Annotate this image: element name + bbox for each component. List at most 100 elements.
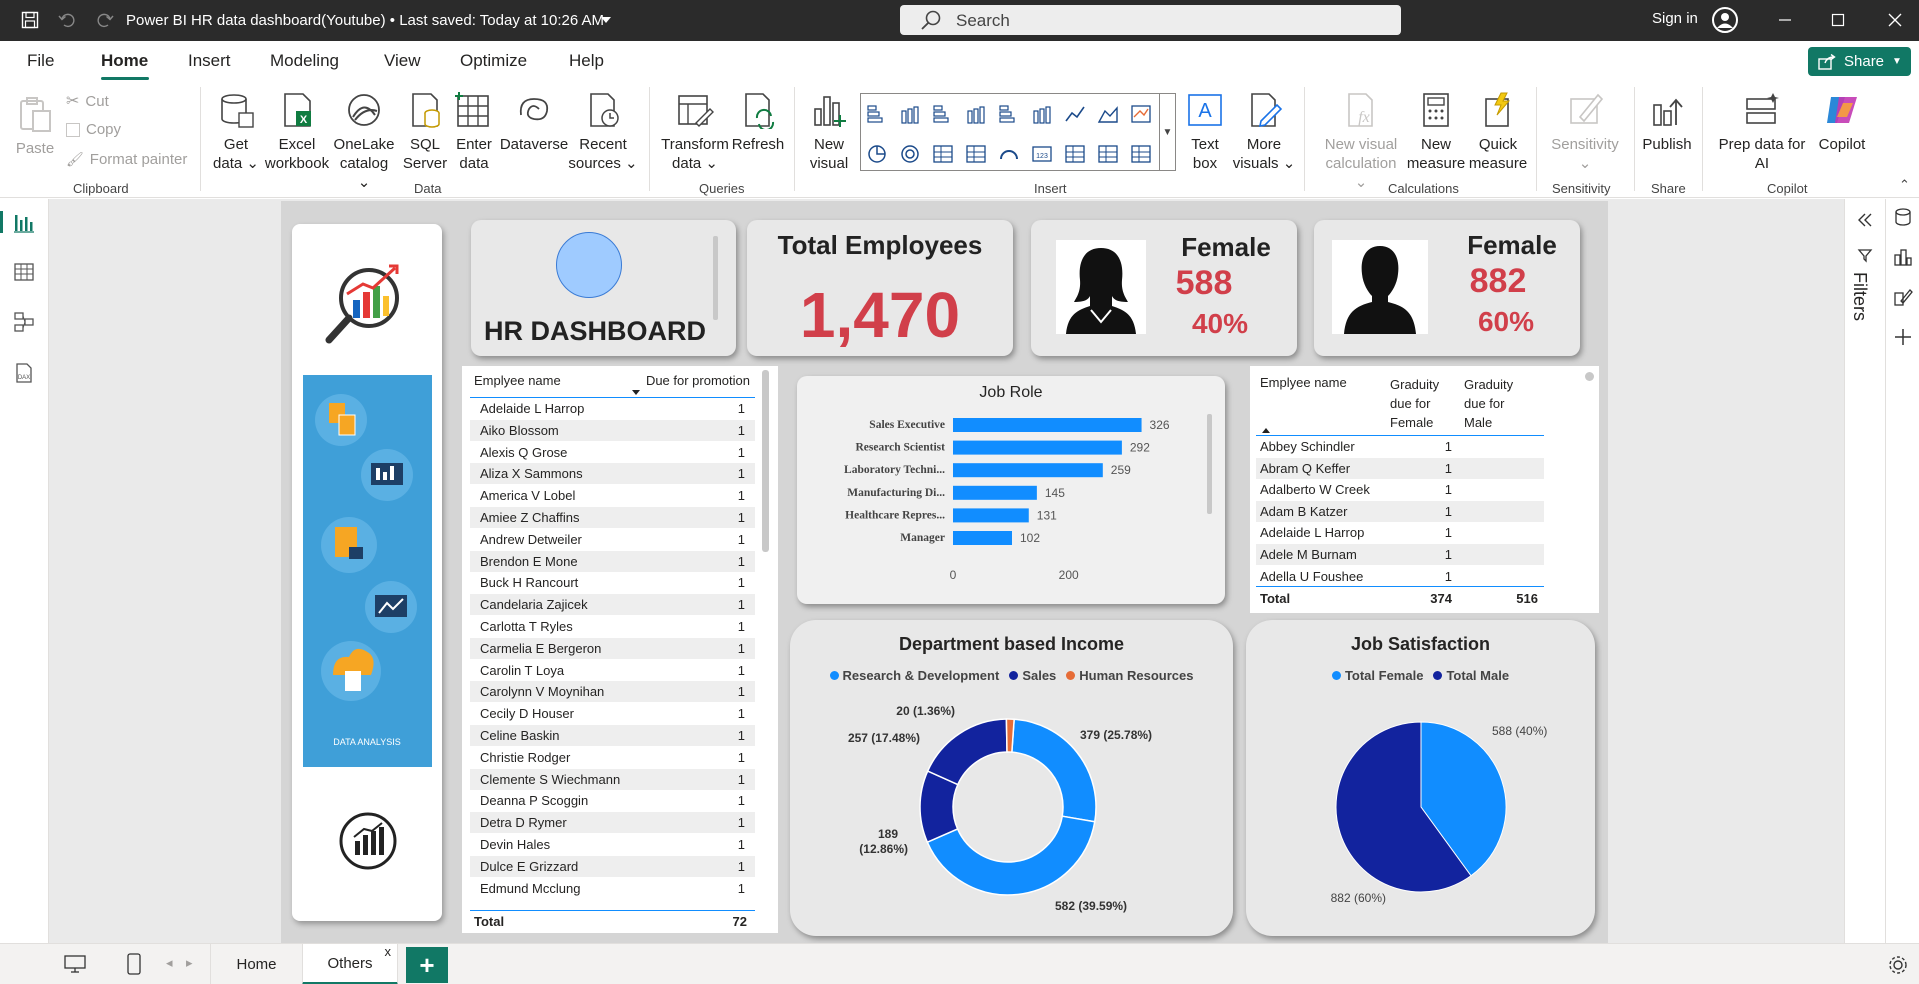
job-role-bar[interactable] [953,508,1029,523]
table-scroll-thumb[interactable] [1585,372,1594,381]
table-row[interactable]: America V Lobel 1 [470,485,755,506]
table-icon[interactable] [1097,143,1119,165]
donut-chart-icon[interactable] [899,143,921,165]
cut-button[interactable]: ✂ Cut [66,91,109,111]
expand-pane-icon[interactable] [1857,212,1873,228]
gratuity-header-name[interactable]: Emplyee name [1260,375,1347,390]
area-chart-icon[interactable] [1097,103,1119,125]
share-button[interactable]: Share ▼ [1808,47,1911,76]
data-pane-icon[interactable] [1893,207,1913,227]
settings-gear-icon[interactable] [1887,954,1909,976]
close-icon[interactable] [1880,6,1910,34]
job-role-bar[interactable] [953,440,1122,455]
copy-button[interactable]: Copy [66,121,121,138]
table-row[interactable]: Abram Q Keffer 1 [1256,457,1544,479]
undo-icon[interactable] [55,8,79,32]
table-view-icon[interactable] [13,261,35,283]
title-dropdown-icon[interactable] [601,17,611,23]
sql-server-button[interactable]: SQL Server [400,91,450,173]
job-role-bar[interactable] [953,531,1012,545]
recent-sources-button[interactable]: Recent sources ⌄ [568,91,638,173]
ribbon-chart-icon[interactable] [1130,103,1152,125]
table-row[interactable]: Devin Hales 1 [470,834,755,855]
promotion-header-name[interactable]: Emplyee name [474,373,561,388]
table-row[interactable]: Adella U Foushee 1 [1256,566,1544,586]
format-pane-icon[interactable] [1893,287,1913,307]
page-tab-home[interactable]: Home [210,944,302,984]
transform-data-button[interactable]: Transform data ⌄ [660,91,730,173]
100-column-icon[interactable] [1031,103,1053,125]
close-page-icon[interactable]: x [385,944,392,959]
prep-data-for-ai-button[interactable]: Prep data for AI [1712,91,1812,173]
avatar-icon[interactable] [1712,7,1738,33]
sort-descending-icon[interactable] [632,390,640,395]
table-row[interactable]: Buck H Rancourt 1 [470,572,755,593]
table-scrollbar[interactable] [762,370,769,552]
save-icon[interactable] [18,8,42,32]
promotion-header-due[interactable]: Due for promotion [630,373,750,388]
add-page-button[interactable]: + [406,947,448,983]
refresh-button[interactable]: Refresh [730,91,786,154]
table-row[interactable]: Carlotta T Ryles 1 [470,616,755,637]
card-icon[interactable]: 123 [1031,143,1053,165]
table-row[interactable]: Adelaide L Harrop 1 [470,398,755,419]
next-page-icon[interactable]: ▸ [186,955,193,971]
matrix-icon[interactable] [1130,143,1152,165]
sort-ascending-icon[interactable] [1262,428,1270,433]
excel-workbook-button[interactable]: X Excel workbook [262,91,332,173]
menu-view[interactable]: View [384,51,421,71]
desktop-layout-icon[interactable] [64,955,86,973]
menu-help[interactable]: Help [569,51,604,71]
table-row[interactable]: Adele M Burnam 1 [1256,544,1544,565]
pie-chart-icon[interactable] [866,143,888,165]
table-row[interactable]: Celine Baskin 1 [470,725,755,746]
clustered-bar-icon[interactable] [932,103,954,125]
add-pane-icon[interactable] [1893,327,1913,347]
dax-query-view-icon[interactable]: DAX [13,362,35,384]
table-row[interactable]: Abbey Schindler 1 [1256,436,1544,457]
prev-page-icon[interactable]: ◂ [166,955,173,971]
table-row[interactable]: Edmund Mcclung 1 [470,878,755,899]
table-row[interactable]: Candelaria Zajicek 1 [470,594,755,616]
quick-measure-button[interactable]: Quick measure [1468,91,1528,173]
table-row[interactable]: Deanna P Scoggin 1 [470,790,755,811]
enter-data-button[interactable]: Enter data [452,91,496,173]
minimize-icon[interactable] [1770,6,1800,34]
search-box[interactable]: Search [900,5,1401,35]
stacked-column-icon[interactable] [899,103,921,125]
copilot-button[interactable]: Copilot [1808,91,1876,154]
page-tab-others[interactable]: Others x [302,944,398,984]
job-role-bar[interactable] [953,418,1142,432]
onelake-catalog-button[interactable]: OneLake catalog ⌄ [332,91,396,192]
table-row[interactable]: Carolin T Loya 1 [470,660,755,681]
100-bar-icon[interactable] [998,103,1020,125]
table-row[interactable]: Detra D Rymer 1 [470,812,755,834]
stacked-bar-icon[interactable] [866,103,888,125]
gratuity-header-female[interactable]: Graduity due for Female [1390,375,1448,432]
publish-button[interactable]: Publish [1640,91,1694,154]
menu-optimize[interactable]: Optimize [460,51,527,71]
scrollbar[interactable] [713,236,718,320]
chart-scrollbar[interactable] [1207,414,1212,514]
table-row[interactable]: Adalberto W Creek 1 [1256,479,1544,500]
table-row[interactable]: Carmelia E Bergeron 1 [470,637,755,659]
visualizations-pane-icon[interactable] [1893,247,1913,267]
sensitivity-button[interactable]: Sensitivity ⌄ [1544,91,1626,173]
report-view-icon[interactable] [13,212,35,234]
job-role-bar[interactable] [953,463,1103,478]
treemap-icon[interactable] [932,143,954,165]
maximize-icon[interactable] [1823,6,1853,34]
menu-modeling[interactable]: Modeling [270,51,339,71]
table-row[interactable]: Brendon E Mone 1 [470,550,755,572]
format-painter-button[interactable]: 🖌 Format painter [66,151,187,168]
menu-home[interactable]: Home [101,51,148,71]
map-icon[interactable] [965,143,987,165]
dataverse-button[interactable]: Dataverse [498,91,570,154]
job-role-bar[interactable] [953,485,1037,500]
table-row[interactable]: Aliza X Sammons 1 [470,463,755,485]
model-view-icon[interactable] [13,311,35,333]
text-box-button[interactable]: A Text box [1182,91,1228,173]
table-row[interactable]: Christie Rodger 1 [470,747,755,768]
collapse-ribbon-icon[interactable]: ⌃ [1899,177,1910,193]
table-row[interactable]: Adelaide L Harrop 1 [1256,522,1544,543]
